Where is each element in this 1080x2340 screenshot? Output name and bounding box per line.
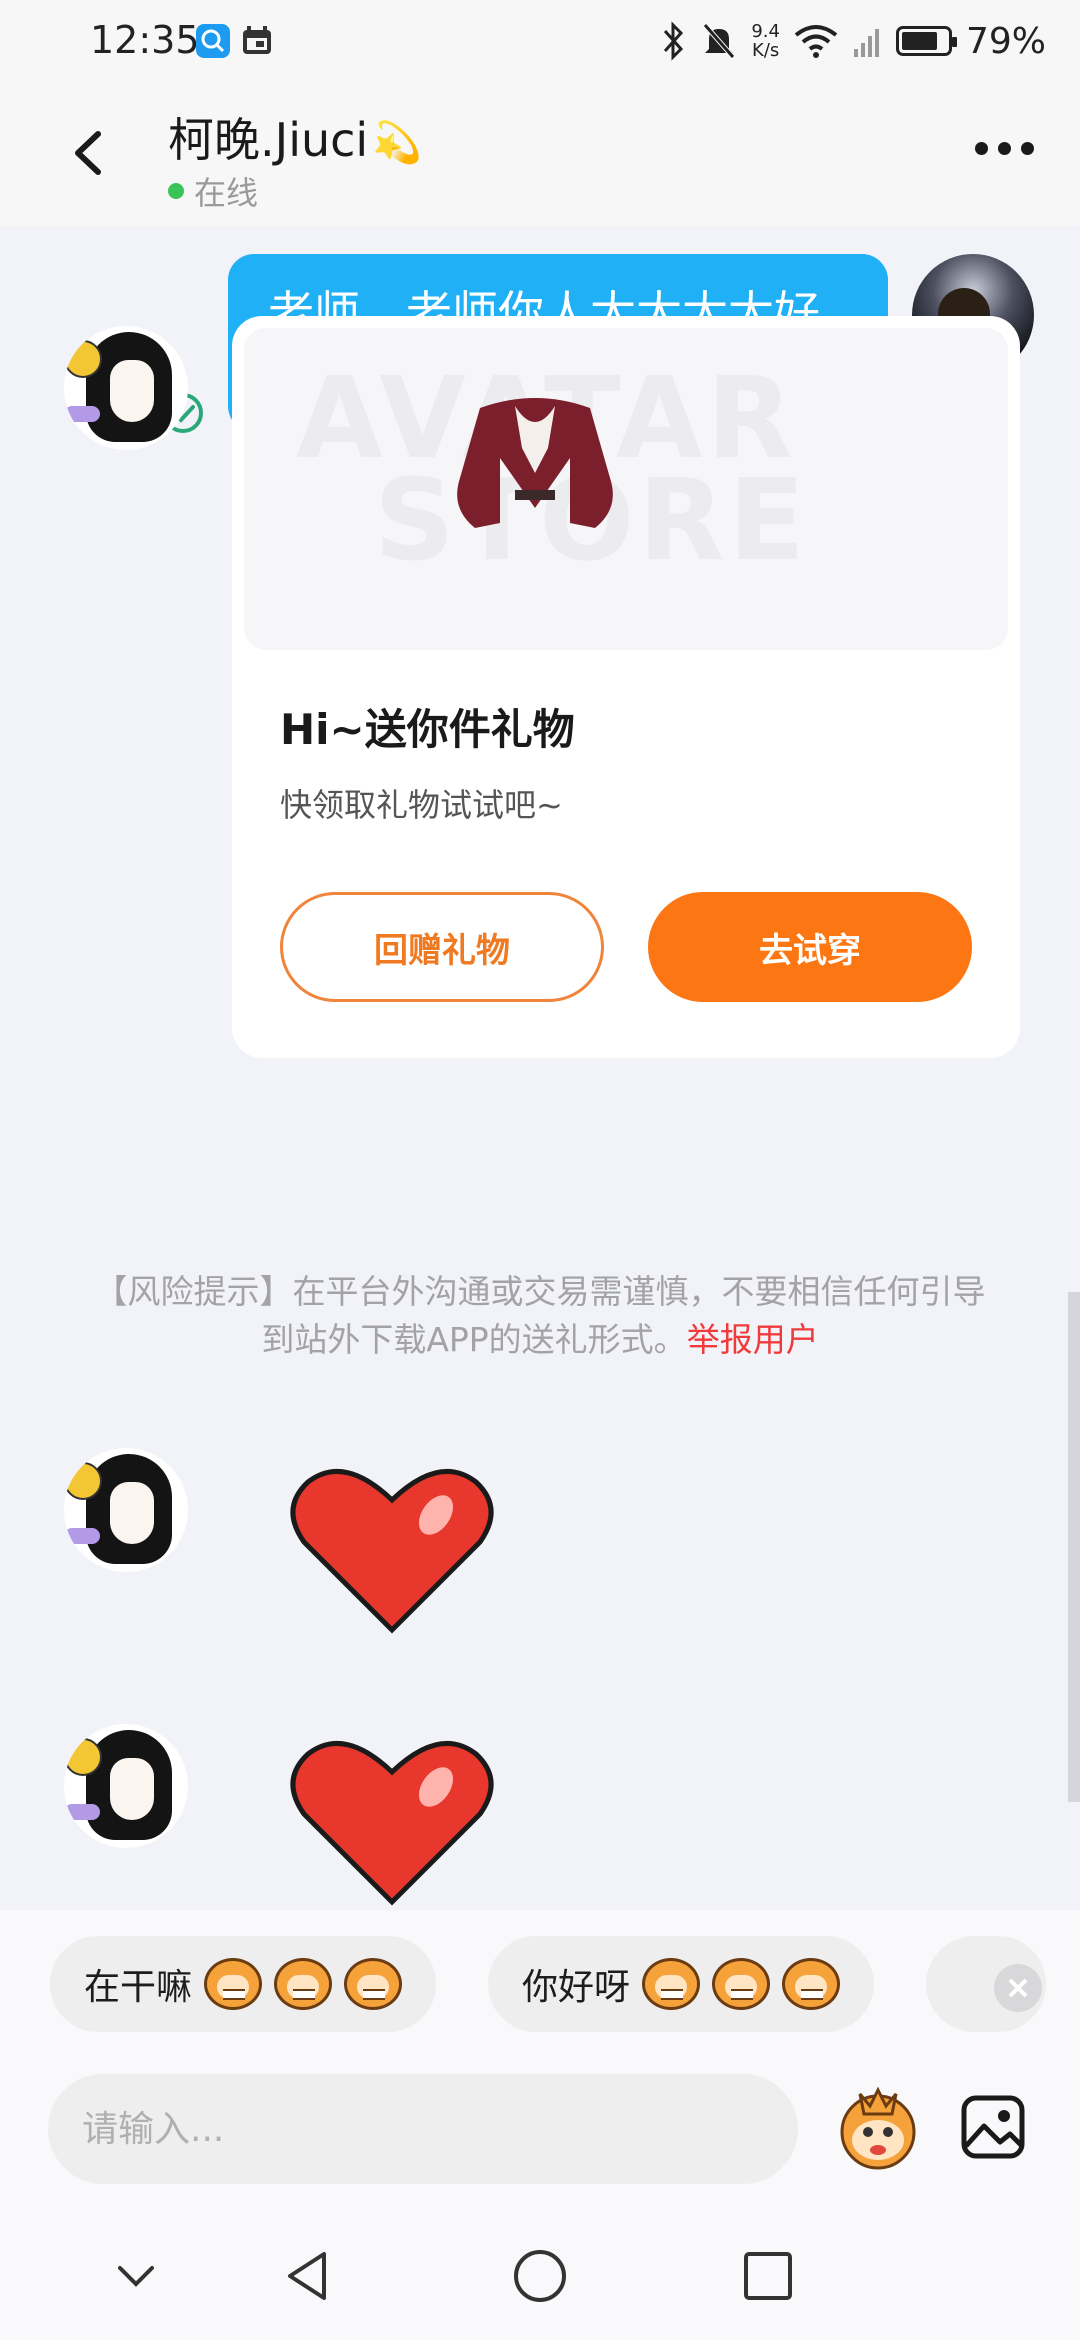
- image-button[interactable]: [960, 2094, 1026, 2160]
- quick-reply-label: 在干嘛: [84, 1967, 193, 2008]
- dot-icon: [998, 142, 1011, 155]
- contact-name-row[interactable]: 柯晚.Jiuci 💫: [168, 104, 422, 170]
- peer-avatar[interactable]: [64, 1448, 188, 1572]
- avatar-face: [110, 1758, 154, 1820]
- online-dot-icon: [168, 183, 184, 199]
- online-status: 在线: [168, 168, 258, 214]
- risk-notice: 【风险提示】在平台外沟通或交易需谨慎，不要相信任何引导到站外下载APP的送礼形式…: [90, 1268, 990, 1364]
- bone-icon: [64, 1804, 100, 1820]
- bone-icon: [64, 1528, 100, 1544]
- network-speed-unit: K/s: [752, 40, 780, 61]
- contact-name-emoji: 💫: [372, 120, 423, 166]
- chevron-left-icon: [75, 131, 101, 175]
- online-status-text: 在线: [194, 174, 259, 212]
- chat-scrollbar[interactable]: [1068, 1292, 1080, 1802]
- signal-icon: [853, 29, 879, 57]
- quick-reply-chip[interactable]: 你好呀: [488, 1936, 875, 2032]
- monkey-emoji-icon: [642, 1958, 701, 2010]
- chevron-down-icon[interactable]: [106, 2246, 166, 2306]
- quick-reply-label: 你好呀: [522, 1967, 631, 2008]
- network-speed-value: 9.4: [751, 21, 780, 42]
- image-icon: [961, 2095, 1025, 2159]
- sunglasses-emoji-icon: [64, 1738, 102, 1776]
- battery-fill: [901, 32, 937, 50]
- battery-percent: 79%: [965, 20, 1046, 62]
- gift-image[interactable]: AVATAR STORE: [244, 328, 1008, 650]
- nav-back-triangle-icon[interactable]: [280, 2246, 340, 2306]
- bluetooth-icon: [664, 21, 684, 61]
- monkey-emoji-icon: [344, 1958, 403, 2010]
- mute-bell-icon: [703, 23, 736, 59]
- avatar-face: [110, 1482, 154, 1544]
- dot-icon: [1021, 142, 1034, 155]
- status-time: 12:35: [90, 18, 200, 62]
- gift-title: Hi~送你件礼物: [280, 705, 575, 754]
- close-icon: [1008, 1978, 1028, 1998]
- more-options-button[interactable]: [975, 142, 1034, 155]
- gift-card[interactable]: AVATAR STORE Hi~送你件礼物 快领取礼物试试吧~ 回赠礼物 去试穿: [232, 316, 1020, 1058]
- emoji-button[interactable]: [830, 2080, 926, 2176]
- status-bar: 12:35 9.4 K/s 79%: [0, 0, 1080, 84]
- nav-home-circle-icon[interactable]: [510, 2246, 570, 2306]
- avatar-face: [110, 360, 154, 422]
- chat-header: 柯晚.Jiuci 💫 在线: [0, 84, 1080, 226]
- dot-icon: [975, 142, 988, 155]
- input-bar: [0, 2058, 1080, 2210]
- heart-sticker-icon[interactable]: [286, 1732, 498, 1910]
- quick-reply-chip[interactable]: 在干嘛: [50, 1936, 437, 2032]
- peer-avatar[interactable]: [64, 1724, 188, 1848]
- bone-icon: [64, 406, 100, 422]
- monkey-emoji-icon: [782, 1958, 841, 2010]
- app-notification-icon: [196, 24, 230, 58]
- risk-notice-text: 【风险提示】在平台外沟通或交易需谨慎，不要相信任何引导到站外下载APP的送礼形式…: [94, 1272, 986, 1359]
- gift-description: 快领取礼物试试吧~: [280, 786, 563, 824]
- monkey-emoji-icon: [712, 1958, 771, 2010]
- chat-message-list[interactable]: 老师，老师你人太太太太好了！！！ AVATAR STORE Hi~送你件礼物 快…: [0, 226, 1080, 1910]
- try-on-button[interactable]: 去试穿: [648, 892, 972, 1002]
- wifi-icon: [794, 25, 838, 58]
- monkey-emoji-icon: [840, 2086, 916, 2170]
- monkey-emoji-icon: [274, 1958, 333, 2010]
- battery-icon: [895, 26, 957, 56]
- return-gift-button[interactable]: 回赠礼物: [280, 892, 604, 1002]
- peer-avatar[interactable]: [64, 326, 188, 450]
- calendar-notification-icon: [240, 24, 274, 58]
- quick-reply-bar: 在干嘛 你好呀: [0, 1910, 1080, 2058]
- back-button[interactable]: [54, 118, 124, 188]
- contact-name: 柯晚.Jiuci: [168, 113, 369, 167]
- sunglasses-emoji-icon: [64, 1462, 102, 1500]
- nav-recents-square-icon[interactable]: [738, 2246, 798, 2306]
- close-quick-replies-button[interactable]: [994, 1964, 1042, 2012]
- status-right-group: 9.4 K/s 79%: [661, 16, 1046, 66]
- sunglasses-emoji-icon: [64, 340, 102, 378]
- message-input[interactable]: [48, 2074, 798, 2184]
- jacket-icon: [457, 398, 613, 528]
- monkey-emoji-icon: [204, 1958, 263, 2010]
- heart-sticker-icon[interactable]: [286, 1460, 498, 1640]
- system-nav-bar: [0, 2210, 1080, 2340]
- report-user-link[interactable]: 举报用户: [687, 1320, 819, 1359]
- network-speed: 9.4 K/s: [751, 22, 780, 60]
